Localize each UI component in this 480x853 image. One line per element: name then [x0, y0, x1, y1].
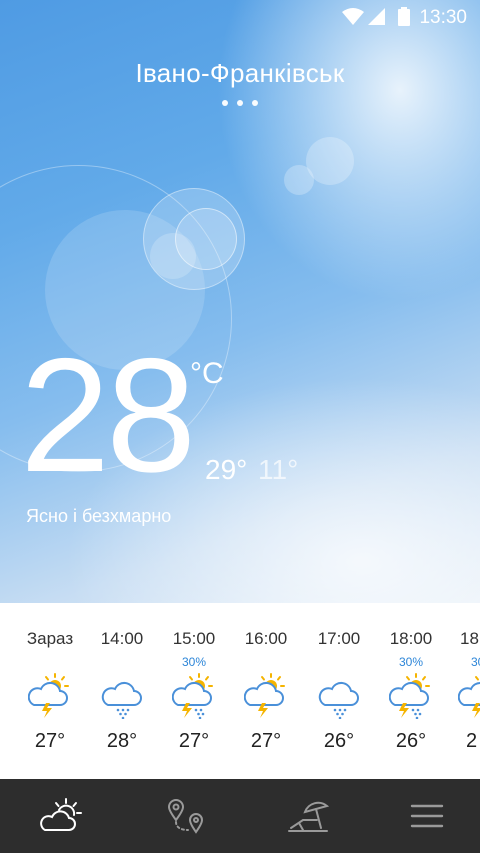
nav-locations[interactable] [127, 779, 247, 853]
precip-chance: 30% [181, 655, 207, 669]
thunder-snow-partly-sunny-icon [172, 673, 216, 719]
current-temperature: 28 [20, 325, 196, 506]
thunderstorm-partly-sunny-icon [458, 673, 480, 719]
high-temperature: 29° [205, 454, 248, 485]
bokeh-orb [150, 233, 196, 279]
nav-menu[interactable] [367, 779, 480, 853]
city-name[interactable]: Івано-Франківськ [0, 58, 480, 89]
precip-chance: 30% [398, 655, 424, 669]
battery-icon [398, 7, 410, 26]
snow-cloud-icon [317, 673, 361, 719]
hour-temperature: 26° [395, 730, 427, 752]
cell-signal-icon [368, 8, 385, 25]
locations-map-icon [167, 799, 204, 834]
status-time: 13:30 [419, 7, 467, 28]
hour-temperature: 2 [466, 730, 478, 752]
bottom-navigation [0, 779, 480, 853]
hour-time: Зараз [26, 629, 74, 648]
thunderstorm-partly-sunny-icon [244, 673, 288, 719]
status-bar: 13:30 [0, 0, 480, 34]
hour-time: 16:00 [244, 629, 288, 648]
hour-time: 17:00 [317, 629, 361, 648]
page-dot [222, 100, 228, 106]
hour-temperature: 27° [34, 730, 66, 752]
menu-icon [410, 804, 444, 828]
nav-weather[interactable] [0, 779, 120, 853]
page-dot [252, 100, 258, 106]
thunderstorm-partly-sunny-icon [28, 673, 72, 719]
hour-time: 15:00 [172, 629, 216, 648]
weather-hero[interactable]: 13:30 Івано-Франківськ 28 °C 29° 11° Ясн… [0, 0, 480, 603]
weather-icon [40, 798, 82, 831]
hour-temperature: 26° [323, 730, 355, 752]
hour-temperature: 27° [178, 730, 210, 752]
page-dot [237, 100, 243, 106]
beach-umbrella-icon [288, 801, 329, 832]
low-temperature: 11° [258, 454, 299, 485]
hour-temperature: 27° [250, 730, 282, 752]
hour-time: 14:00 [100, 629, 144, 648]
condition-text: Ясно і безхмарно [26, 506, 172, 526]
wifi-icon [342, 8, 364, 25]
temperature-unit: °C [190, 357, 224, 390]
nav-beach[interactable] [248, 779, 368, 853]
hour-temperature: 28° [106, 730, 138, 752]
thunder-snow-partly-sunny-icon [389, 673, 433, 719]
precip-chance: 30 [471, 655, 480, 669]
hour-time: 18 [460, 629, 479, 648]
hour-time: 18:00 [389, 629, 433, 648]
bokeh-orb [284, 165, 314, 195]
hourly-forecast[interactable]: Зараз 27° 14:00 28° 15:00 30% 27° 16:00 … [0, 603, 480, 779]
snow-cloud-icon [100, 673, 144, 719]
page-indicator [0, 100, 480, 106]
